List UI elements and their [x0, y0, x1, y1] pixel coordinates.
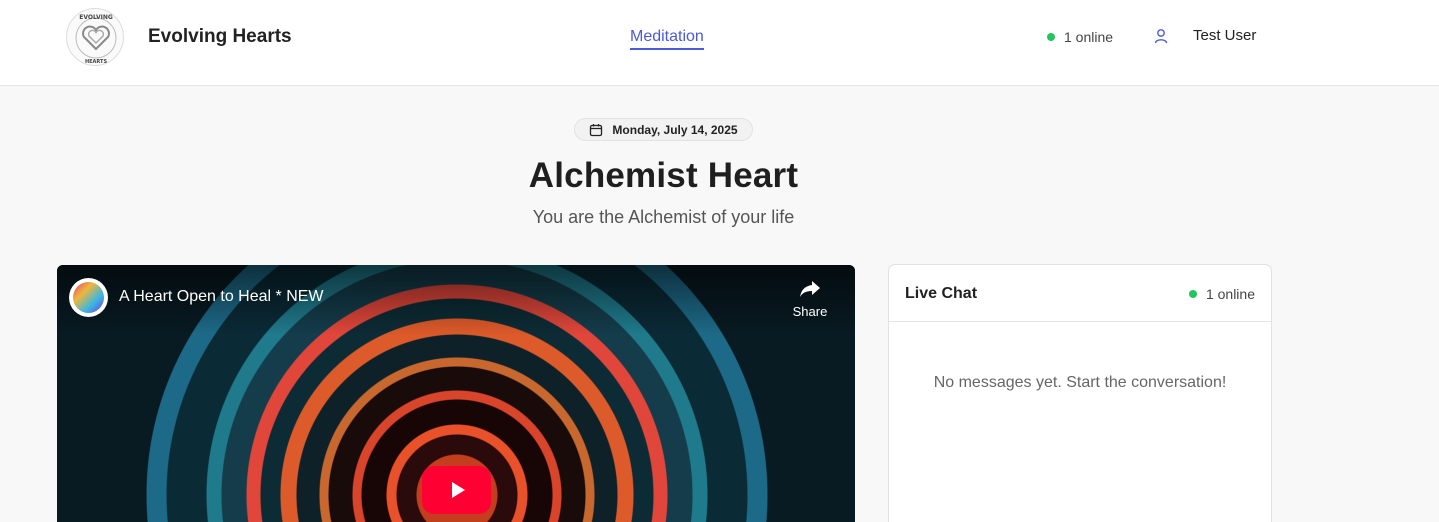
- share-button[interactable]: Share: [790, 279, 830, 319]
- chat-header: Live Chat 1 online: [889, 265, 1271, 322]
- play-button[interactable]: [422, 466, 491, 514]
- chat-online-status: 1 online: [1188, 286, 1255, 302]
- share-label: Share: [792, 304, 828, 319]
- video-title[interactable]: A Heart Open to Heal * NEW: [119, 288, 324, 306]
- video-player[interactable]: A Heart Open to Heal * NEW Share: [57, 265, 855, 522]
- chat-title: Live Chat: [905, 285, 978, 302]
- chat-online-dot-icon: [1188, 290, 1197, 298]
- page-title: Alchemist Heart: [528, 156, 799, 195]
- svg-text:EVOLVING: EVOLVING: [79, 14, 113, 21]
- top-navbar: EVOLVING HEARTS Evolving Hearts Meditati…: [0, 0, 1439, 86]
- nav-meditation-link[interactable]: Meditation: [630, 28, 704, 50]
- date-text: Monday, July 14, 2025: [612, 122, 738, 137]
- brand-name: Evolving Hearts: [148, 26, 292, 47]
- date-badge: Monday, July 14, 2025: [574, 118, 753, 141]
- share-icon: [800, 281, 820, 297]
- page-subtitle: You are the Alchemist of your life: [532, 207, 795, 227]
- play-icon: [451, 482, 465, 498]
- channel-avatar-image: [73, 282, 104, 313]
- brand[interactable]: EVOLVING HEARTS Evolving Hearts: [66, 7, 292, 67]
- online-dot-icon: [1047, 33, 1055, 41]
- channel-avatar[interactable]: [69, 278, 108, 317]
- user-icon: [1154, 28, 1168, 43]
- user-menu[interactable]: Test User: [1153, 27, 1256, 44]
- live-chat-panel: Live Chat 1 online No messages yet. Star…: [888, 264, 1272, 522]
- chat-empty-message: No messages yet. Start the conversation!: [933, 374, 1227, 391]
- calendar-icon: [590, 123, 603, 136]
- user-name: Test User: [1193, 27, 1257, 44]
- evolving-hearts-logo: EVOLVING HEARTS: [66, 8, 124, 66]
- svg-text:HEARTS: HEARTS: [85, 59, 108, 65]
- heart-logo-icon: EVOLVING HEARTS: [75, 14, 117, 65]
- online-status: 1 online: [1047, 29, 1113, 45]
- online-count: 1 online: [1064, 29, 1114, 45]
- chat-online-count: 1 online: [1205, 286, 1255, 302]
